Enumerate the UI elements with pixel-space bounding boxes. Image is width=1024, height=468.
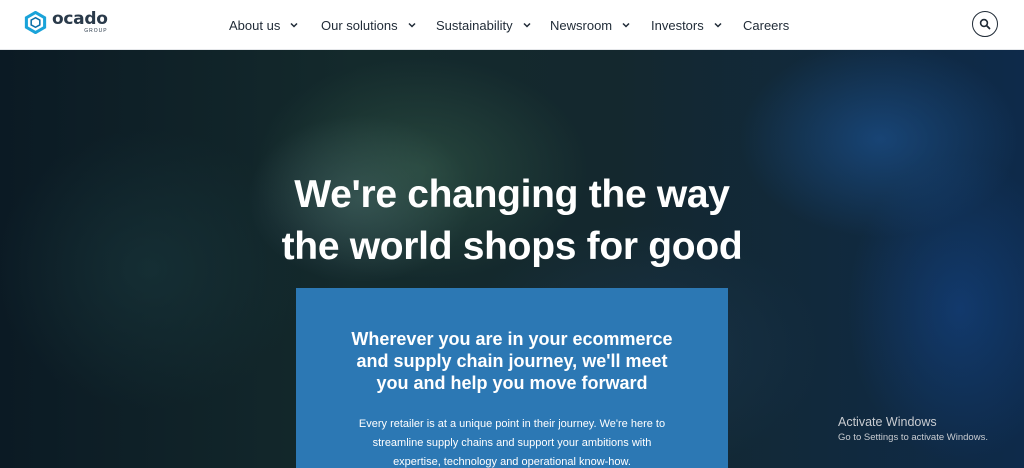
chevron-down-icon xyxy=(290,22,298,28)
search-button[interactable] xyxy=(972,11,998,37)
card-heading-line-2: and supply chain journey, we'll meet xyxy=(356,351,668,371)
chevron-down-icon xyxy=(714,22,722,28)
nav-sustainability[interactable]: Sustainability xyxy=(436,15,532,35)
card-body-line-2: streamline supply chains and support you… xyxy=(372,437,652,449)
logo-word: ocado xyxy=(52,9,108,29)
hero-title: We're changing the way the world shops f… xyxy=(212,169,812,273)
ocado-group-logo[interactable]: ocado GROUP xyxy=(24,11,108,34)
nav-label-investors: Investors xyxy=(651,17,704,33)
logo-wordmark: ocado GROUP xyxy=(52,11,108,34)
card-body: Every retailer is at a unique point in t… xyxy=(336,415,688,468)
chevron-down-icon xyxy=(622,22,630,28)
nav-label-our-solutions: Our solutions xyxy=(321,17,398,33)
logo-subtitle: GROUP xyxy=(84,28,108,34)
card-heading: Wherever you are in your ecommerce and s… xyxy=(328,328,696,394)
watermark-subtitle: Go to Settings to activate Windows. xyxy=(838,432,988,443)
watermark-title: Activate Windows xyxy=(838,415,937,429)
nav-investors[interactable]: Investors xyxy=(651,15,723,35)
intro-card: Wherever you are in your ecommerce and s… xyxy=(296,288,728,468)
card-body-line-3: expertise, technology and operational kn… xyxy=(393,456,631,468)
activate-windows-watermark: Activate Windows Go to Settings to activ… xyxy=(838,415,988,443)
search-icon xyxy=(979,18,991,30)
nav-label-careers: Careers xyxy=(743,17,790,33)
nav-label-sustainability: Sustainability xyxy=(436,17,513,33)
chevron-down-icon xyxy=(408,22,416,28)
card-heading-line-3: you and help you move forward xyxy=(376,373,648,393)
card-heading-line-1: Wherever you are in your ecommerce xyxy=(351,329,673,349)
hero-title-line-2: the world shops for good xyxy=(281,225,743,268)
nav-about-us[interactable]: About us xyxy=(229,15,299,35)
card-body-line-1: Every retailer is at a unique point in t… xyxy=(358,418,666,430)
hero-banner: We're changing the way the world shops f… xyxy=(0,49,1024,468)
nav-label-newsroom: Newsroom xyxy=(550,17,613,33)
hexagon-logo-icon xyxy=(24,11,47,34)
chevron-down-icon xyxy=(523,22,531,28)
site-header: ocado GROUP About us Our solutions Susta… xyxy=(0,0,1024,50)
hero-title-line-1: We're changing the way xyxy=(294,173,730,216)
nav-our-solutions[interactable]: Our solutions xyxy=(321,15,417,35)
nav-careers[interactable]: Careers xyxy=(743,15,789,35)
nav-newsroom[interactable]: Newsroom xyxy=(550,15,631,35)
nav-label-about-us: About us xyxy=(229,17,281,33)
